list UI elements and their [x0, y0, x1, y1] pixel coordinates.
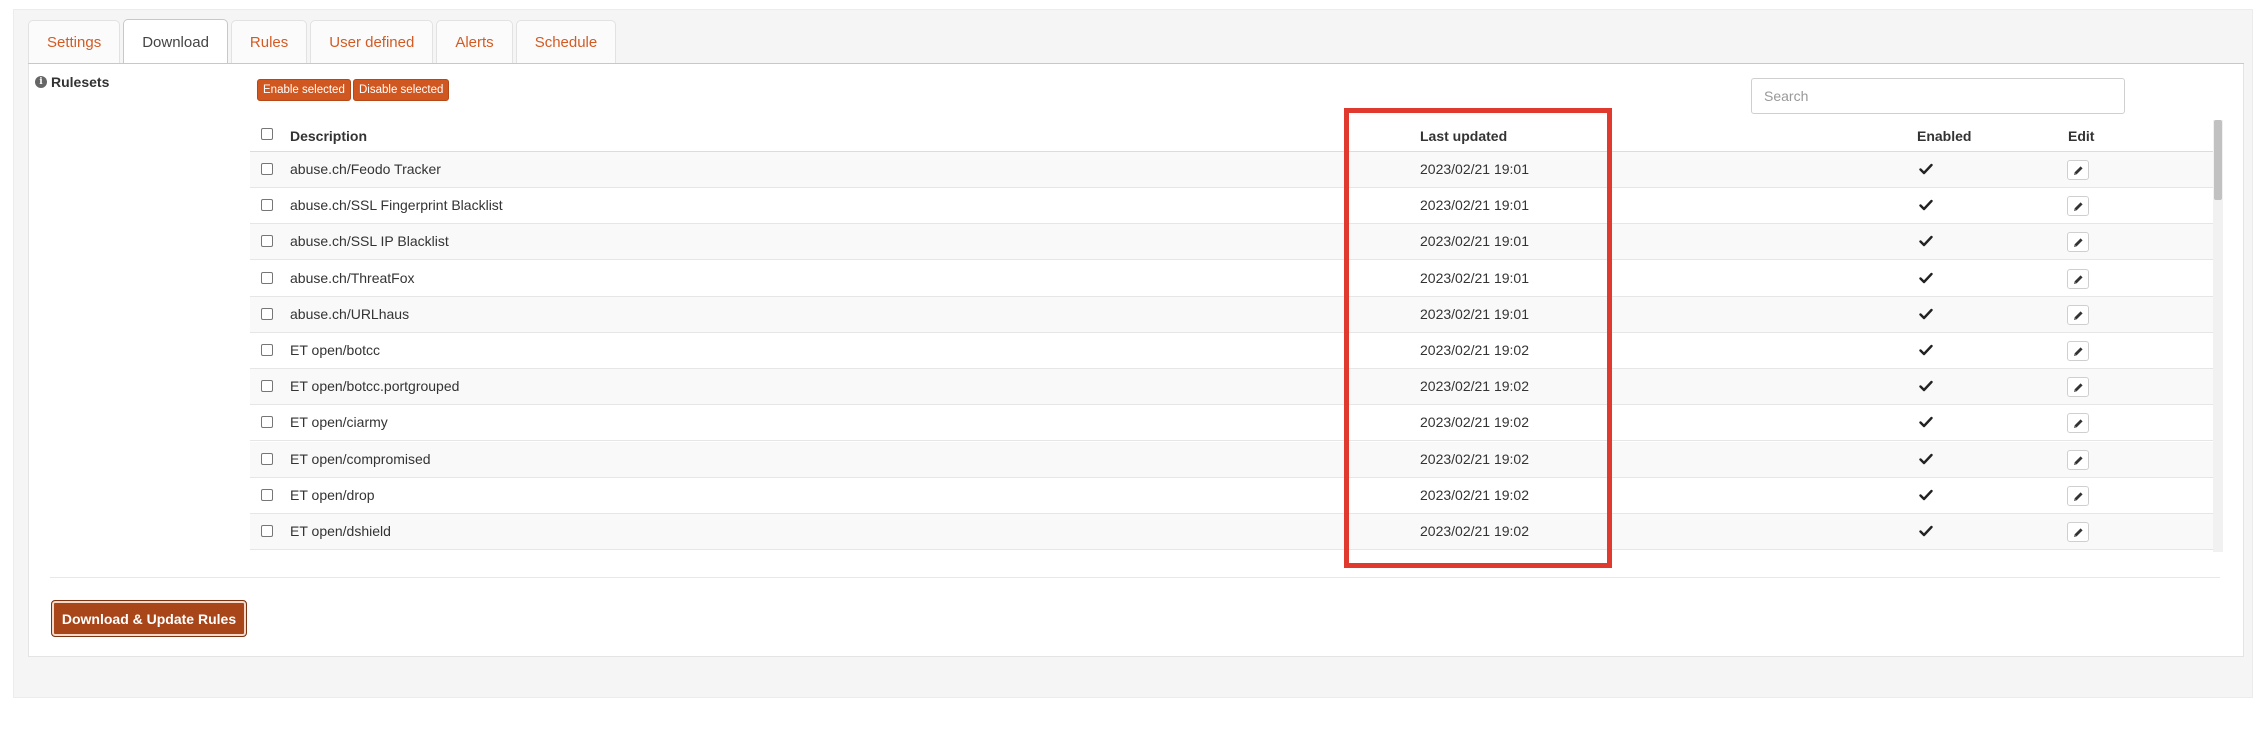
- edit-button[interactable]: [2067, 160, 2089, 180]
- edit-button[interactable]: [2067, 450, 2089, 470]
- info-circle-icon[interactable]: i: [35, 76, 47, 88]
- row-checkbox[interactable]: [261, 272, 273, 284]
- row-checkbox[interactable]: [261, 308, 273, 320]
- row-checkbox[interactable]: [261, 489, 273, 501]
- table-row[interactable]: ET open/botcc.portgrouped 2023/02/21 19:0…: [250, 369, 2213, 405]
- pencil-icon: [2073, 382, 2083, 392]
- pencil-icon: [2073, 237, 2083, 247]
- tab-alerts[interactable]: Alerts: [436, 20, 513, 64]
- edit-button[interactable]: [2067, 341, 2089, 361]
- ruleset-description: ET open/compromised: [290, 451, 431, 467]
- edit-button[interactable]: [2067, 377, 2089, 397]
- edit-button[interactable]: [2067, 305, 2089, 325]
- table-row[interactable]: abuse.ch/SSL Fingerprint Blacklist 2023/0…: [250, 188, 2213, 224]
- tab-download[interactable]: Download: [123, 19, 228, 65]
- pencil-icon: [2073, 346, 2083, 356]
- ruleset-description: ET open/dshield: [290, 523, 391, 539]
- edit-button[interactable]: [2067, 232, 2089, 252]
- table-row[interactable]: abuse.ch/SSL IP Blacklist 2023/02/21 19:0…: [250, 224, 2213, 260]
- row-checkbox[interactable]: [261, 380, 273, 392]
- table-row[interactable]: ET open/botcc 2023/02/21 19:02: [250, 333, 2213, 369]
- tab-schedule[interactable]: Schedule: [515, 20, 617, 64]
- download-update-rules-button[interactable]: Download & Update Rules: [51, 600, 247, 637]
- column-header-description[interactable]: Description: [290, 128, 367, 144]
- table-row[interactable]: ET open/dshield 2023/02/21 19:02: [250, 514, 2213, 550]
- rulesets-label: i Rulesets: [35, 74, 109, 90]
- ruleset-description: ET open/botcc.portgrouped: [290, 378, 460, 394]
- pencil-icon: [2073, 201, 2083, 211]
- table-row[interactable]: abuse.ch/URLhaus 2023/02/21 19:01: [250, 297, 2213, 333]
- pencil-icon: [2073, 310, 2083, 320]
- enable-selected-button[interactable]: Enable selected: [257, 79, 351, 101]
- tab-rules[interactable]: Rules: [230, 20, 308, 64]
- ruleset-description: ET open/ciarmy: [290, 414, 388, 430]
- edit-button[interactable]: [2067, 413, 2089, 433]
- table-row[interactable]: abuse.ch/ThreatFox 2023/02/21 19:01: [250, 261, 2213, 297]
- check-icon[interactable]: [1919, 415, 1933, 429]
- row-checkbox[interactable]: [261, 163, 273, 175]
- edit-button[interactable]: [2067, 196, 2089, 216]
- pencil-icon: [2073, 491, 2083, 501]
- ruleset-description: abuse.ch/ThreatFox: [290, 270, 415, 286]
- row-checkbox[interactable]: [261, 525, 273, 537]
- ruleset-description: ET open/botcc: [290, 342, 381, 358]
- edit-button[interactable]: [2067, 522, 2089, 542]
- row-checkbox[interactable]: [261, 199, 273, 211]
- row-checkbox[interactable]: [261, 344, 273, 356]
- pencil-icon: [2073, 274, 2083, 284]
- edit-button[interactable]: [2067, 269, 2089, 289]
- pencil-icon: [2073, 527, 2083, 537]
- column-header-enabled[interactable]: Enabled: [1917, 128, 1971, 144]
- table-row[interactable]: ET open/ciarmy 2023/02/21 19:02: [250, 405, 2213, 441]
- tab-settings[interactable]: Settings: [28, 20, 121, 64]
- tab-user-defined[interactable]: User defined: [310, 20, 434, 64]
- section-divider: [50, 577, 2220, 578]
- pencil-icon: [2073, 418, 2083, 428]
- check-icon[interactable]: [1919, 198, 1933, 212]
- select-all-checkbox[interactable]: [261, 128, 273, 140]
- disable-selected-button[interactable]: Disable selected: [353, 79, 450, 101]
- pencil-icon: [2073, 165, 2083, 175]
- ruleset-description: abuse.ch/Feodo Tracker: [290, 161, 441, 177]
- check-icon[interactable]: [1919, 524, 1933, 538]
- ruleset-description: abuse.ch/URLhaus: [290, 306, 410, 322]
- check-icon[interactable]: [1919, 343, 1933, 357]
- scrollbar-thumb[interactable]: [2214, 120, 2222, 200]
- search-input[interactable]: [1751, 78, 2125, 114]
- tab-bar: Settings Download Rules User defined Ale…: [28, 19, 617, 65]
- ruleset-description: abuse.ch/SSL Fingerprint Blacklist: [290, 197, 503, 213]
- check-icon[interactable]: [1919, 488, 1933, 502]
- check-icon[interactable]: [1919, 234, 1933, 248]
- check-icon[interactable]: [1919, 452, 1933, 466]
- pencil-icon: [2073, 455, 2083, 465]
- ruleset-description: ET open/drop: [290, 487, 375, 503]
- row-checkbox[interactable]: [261, 416, 273, 428]
- check-icon[interactable]: [1919, 162, 1933, 176]
- row-checkbox[interactable]: [261, 453, 273, 465]
- edit-button[interactable]: [2067, 486, 2089, 506]
- table-row[interactable]: ET open/drop 2023/02/21 19:02: [250, 478, 2213, 514]
- table-row[interactable]: ET open/compromised 2023/02/21 19:02: [250, 442, 2213, 478]
- ruleset-description: abuse.ch/SSL IP Blacklist: [290, 233, 449, 249]
- row-checkbox[interactable]: [261, 235, 273, 247]
- check-icon[interactable]: [1919, 271, 1933, 285]
- rulesets-label-text: Rulesets: [51, 74, 110, 90]
- table-row[interactable]: abuse.ch/Feodo Tracker 2023/02/21 19:01: [250, 152, 2213, 188]
- last-updated-highlight-box: [1344, 108, 1612, 568]
- check-icon[interactable]: [1919, 379, 1933, 393]
- column-header-edit: Edit: [2068, 128, 2095, 144]
- check-icon[interactable]: [1919, 307, 1933, 321]
